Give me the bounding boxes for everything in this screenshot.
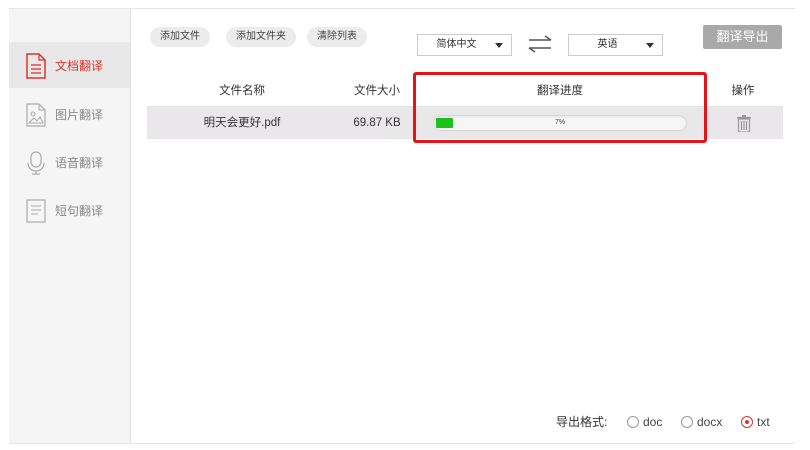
chevron-down-icon [495,43,503,48]
file-name-cell: 明天会更好.pdf [203,117,281,129]
source-language-value: 简体中文 [436,39,477,50]
clear-list-button[interactable]: 清除列表 [307,27,367,47]
sidebar-item-label: 短句翻译 [55,203,104,218]
text-note-icon [26,199,46,223]
radio-doc[interactable] [627,416,639,428]
sidebar-item-label: 图片翻译 [55,107,104,122]
sidebar-item-label: 文档翻译 [55,58,104,73]
radio-docx[interactable] [681,416,693,428]
app-window: 文档翻译 图片翻译 语音翻译 短句翻译 添加文件 添加文件夹 清除列表 简体中文… [9,8,795,444]
chevron-down-icon [646,43,654,48]
progress-bar: 7% [433,115,687,131]
sidebar-item-sentence-translate[interactable]: 短句翻译 [9,187,130,233]
table-header: 文件名称 文件大小 翻译进度 操作 [147,75,783,107]
radio-txt-label[interactable]: txt [757,415,770,429]
table-row[interactable]: 明天会更好.pdf 69.87 KB 7% [147,107,783,139]
sidebar-item-image-translate[interactable]: 图片翻译 [9,91,130,137]
export-format-label: 导出格式: [556,415,608,429]
swap-languages-icon[interactable] [527,35,553,53]
sidebar: 文档翻译 图片翻译 语音翻译 短句翻译 [9,9,131,443]
column-header-file-name: 文件名称 [219,85,265,97]
radio-docx-label[interactable]: docx [697,415,722,429]
sidebar-item-label: 语音翻译 [55,155,104,170]
translate-export-button[interactable]: 翻译导出 [703,25,782,49]
target-language-value: 英语 [597,39,618,50]
source-language-select[interactable]: 简体中文 [417,34,512,56]
progress-text: 7% [554,119,566,126]
radio-txt[interactable] [741,416,753,428]
image-icon [26,103,46,127]
file-size-cell: 69.87 KB [353,117,401,129]
microphone-icon [27,151,45,175]
file-table: 文件名称 文件大小 翻译进度 操作 明天会更好.pdf 69.87 KB 7% [147,75,783,139]
sidebar-item-document-translate[interactable]: 文档翻译 [9,42,130,88]
column-header-file-size: 文件大小 [354,85,400,97]
column-header-actions: 操作 [731,85,755,97]
delete-trash-icon[interactable] [736,115,752,132]
add-file-button[interactable]: 添加文件 [150,27,210,47]
sidebar-item-voice-translate[interactable]: 语音翻译 [9,139,130,185]
document-icon [26,53,46,79]
radio-doc-label[interactable]: doc [643,415,662,429]
add-folder-button[interactable]: 添加文件夹 [226,27,296,47]
column-header-progress: 翻译进度 [537,85,583,97]
target-language-select[interactable]: 英语 [568,34,663,56]
